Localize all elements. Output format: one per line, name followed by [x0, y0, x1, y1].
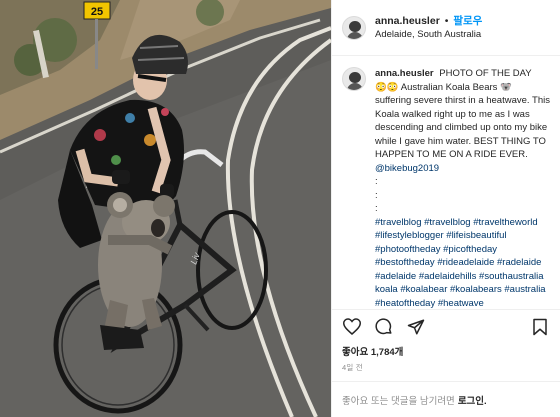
heart-icon[interactable]: [342, 317, 362, 337]
caption-line-1: 😳😳 Australian Koala Bears 🐨 suffering se…: [375, 81, 550, 161]
road-sign-text: 25: [91, 6, 103, 18]
bookmark-icon[interactable]: [530, 317, 550, 337]
location-link[interactable]: Adelaide, South Australia: [375, 28, 482, 42]
avatar[interactable]: [342, 15, 366, 40]
caption-mention[interactable]: @bikebug2019: [375, 162, 550, 176]
header-separator: •: [444, 14, 449, 27]
comment-icon[interactable]: [374, 317, 394, 337]
caption-avatar[interactable]: [342, 67, 366, 91]
caption-hashtags[interactable]: #travelblog #travelblog #traveltheworld …: [375, 216, 550, 310]
caption-line-3: :: [375, 176, 378, 187]
action-bar: [332, 309, 560, 343]
header-username[interactable]: anna.heusler: [375, 15, 440, 27]
caption-text: anna.heusler PHOTO OF THE DAY 😳😳 Austral…: [375, 67, 550, 309]
caption-username[interactable]: anna.heusler: [375, 68, 434, 79]
likes-count[interactable]: 좋아요 1,784개: [342, 344, 403, 358]
caption-line-0: PHOTO OF THE DAY: [439, 68, 532, 79]
photo-scene: 25 Liv: [0, 0, 331, 417]
caption-line-4: :: [375, 189, 378, 201]
post-header: anna.heusler • 팔로우 Adelaide, South Austr…: [332, 0, 560, 56]
add-comment-bar: 좋아요 또는 댓글을 남기려면 로그인.: [332, 381, 560, 417]
share-icon[interactable]: [406, 317, 426, 337]
caption-line-5: :: [375, 203, 378, 214]
follow-button[interactable]: 팔로우: [453, 15, 482, 27]
post-time[interactable]: 4일 전: [342, 362, 363, 373]
caption-area: anna.heusler PHOTO OF THE DAY 😳😳 Austral…: [332, 57, 560, 309]
add-comment-prompt: 좋아요 또는 댓글을 남기려면: [342, 395, 455, 407]
login-link[interactable]: 로그인.: [458, 393, 487, 407]
post-photo[interactable]: 25 Liv: [0, 0, 331, 417]
post-panel: anna.heusler • 팔로우 Adelaide, South Austr…: [331, 0, 560, 417]
